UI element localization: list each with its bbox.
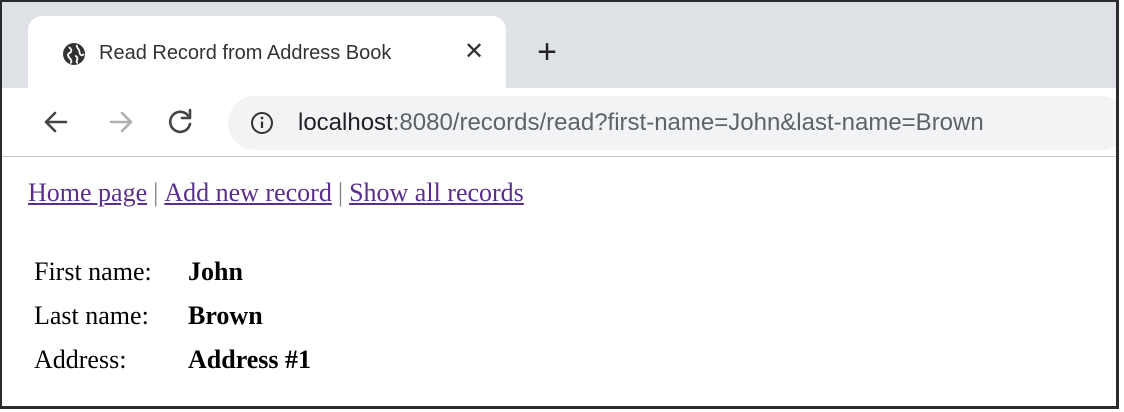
arrow-right-icon[interactable] bbox=[105, 106, 137, 138]
add-new-record-link[interactable]: Add new record bbox=[164, 178, 332, 207]
field-label: Address: bbox=[34, 345, 127, 374]
tab-strip: Read Record from Address Book ✕ + bbox=[2, 2, 1116, 88]
url-text[interactable]: localhost:8080/records/read?first-name=J… bbox=[298, 106, 984, 140]
field-value: Brown bbox=[188, 301, 263, 330]
info-icon[interactable] bbox=[250, 111, 274, 135]
address-bar[interactable]: localhost:8080/records/read?first-name=J… bbox=[228, 96, 1116, 150]
field-label: Last name: bbox=[34, 301, 149, 330]
browser-toolbar: localhost:8080/records/read?first-name=J… bbox=[2, 88, 1116, 157]
new-tab-button[interactable]: + bbox=[532, 35, 562, 69]
field-value: John bbox=[188, 257, 243, 286]
browser-window: Read Record from Address Book ✕ + localh… bbox=[0, 0, 1119, 409]
separator: | bbox=[153, 178, 159, 207]
globe-icon bbox=[63, 43, 85, 65]
separator: | bbox=[337, 178, 344, 207]
close-icon[interactable]: ✕ bbox=[462, 40, 486, 64]
nav-links: Home page | Add new record | Show all record… bbox=[28, 175, 524, 211]
field-value: Address #1 bbox=[188, 345, 312, 374]
home-page-link[interactable]: Home page bbox=[28, 178, 147, 207]
url-host: localhost bbox=[298, 109, 393, 136]
show-all-records-link[interactable]: Show all records bbox=[349, 178, 524, 207]
url-path: :8080/records/read?first-name=John&last-… bbox=[392, 109, 984, 136]
arrow-left-icon[interactable] bbox=[40, 106, 72, 138]
reload-icon[interactable] bbox=[164, 106, 196, 138]
field-label: First name: bbox=[34, 257, 152, 286]
tab-title: Read Record from Address Book bbox=[99, 42, 392, 64]
tab-active[interactable]: Read Record from Address Book ✕ bbox=[28, 16, 506, 88]
page-content: Home page | Add new record | Show all record… bbox=[2, 157, 1116, 406]
